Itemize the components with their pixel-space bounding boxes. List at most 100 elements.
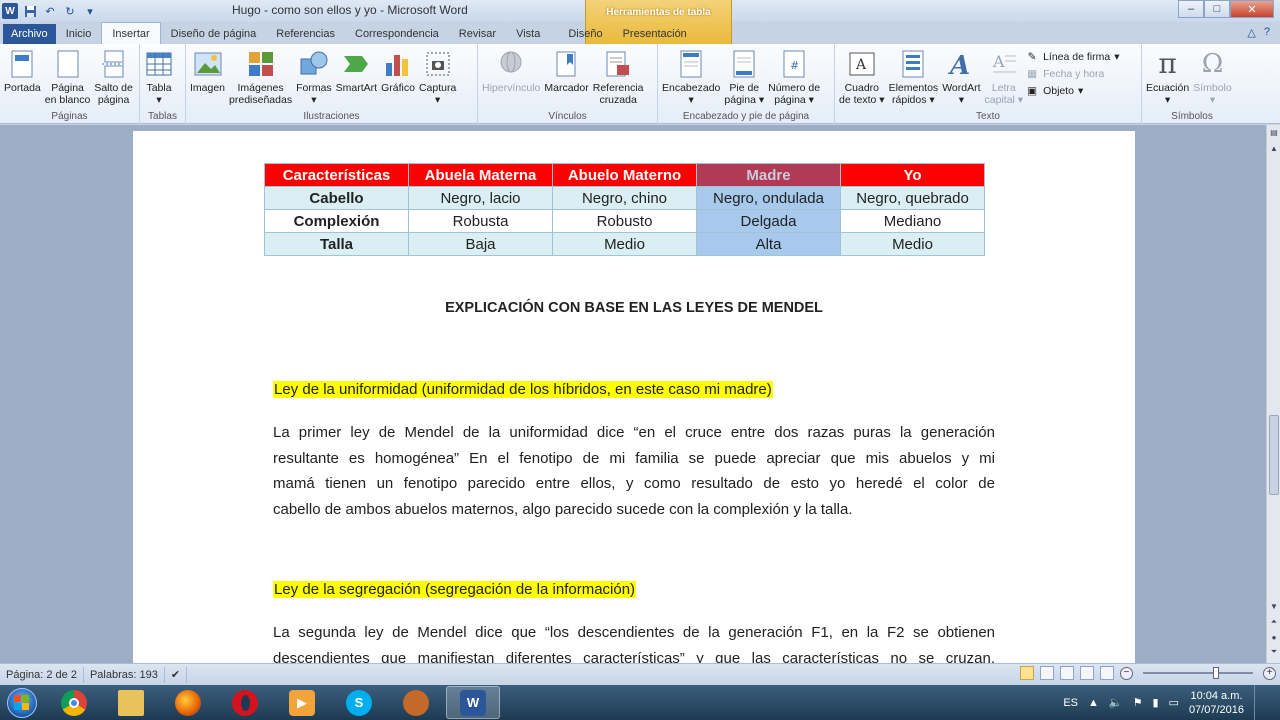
taskbar-word[interactable]: W: [446, 686, 500, 719]
taskbar-chrome[interactable]: [47, 686, 101, 719]
tab-insertar[interactable]: Insertar: [101, 22, 161, 44]
elementos-rapidos-button[interactable]: Elementos rápidos ▾: [887, 48, 941, 106]
section-heading[interactable]: EXPLICACIÓN CON BASE EN LAS LEYES DE MEN…: [133, 300, 1135, 316]
paragraph-uniformidad[interactable]: La primer ley de Mendel de la uniformida…: [273, 420, 995, 522]
taskbar-firefox[interactable]: [161, 686, 215, 719]
minimize-button[interactable]: –: [1178, 0, 1204, 18]
minimize-ribbon-icon[interactable]: △: [1247, 26, 1255, 39]
taskbar-opera[interactable]: [218, 686, 272, 719]
scrollbar-thumb[interactable]: [1269, 415, 1279, 495]
marcador-button[interactable]: Marcador: [542, 48, 590, 94]
start-button[interactable]: [0, 685, 44, 720]
scroll-up-icon[interactable]: ▲: [1267, 141, 1280, 155]
table-header[interactable]: Abuela Materna: [408, 163, 553, 187]
tab-archivo[interactable]: Archivo: [3, 24, 56, 44]
network-icon[interactable]: ▮: [1152, 696, 1158, 709]
numero-de-pagina-button[interactable]: # Número de página ▾: [766, 48, 822, 106]
taskbar-media-player[interactable]: ▶: [275, 686, 329, 719]
previous-page-icon[interactable]: ⏶: [1267, 615, 1280, 629]
law-heading-segregacion[interactable]: Ley de la segregación (segregación de la…: [273, 581, 637, 598]
proofing-icon[interactable]: ✔: [165, 666, 188, 683]
tab-vista[interactable]: Vista: [506, 24, 550, 44]
encabezado-button[interactable]: Encabezado ▾: [660, 48, 722, 106]
cuadro-de-texto-button[interactable]: A Cuadro de texto ▾: [837, 48, 887, 106]
table-cell[interactable]: Cabello: [264, 186, 409, 210]
imagenes-predisenadas-button[interactable]: Imágenes prediseñadas: [227, 48, 294, 106]
maximize-button[interactable]: □: [1204, 0, 1230, 18]
table-cell[interactable]: Negro, chino: [552, 186, 697, 210]
portada-button[interactable]: Portada: [2, 48, 43, 94]
full-screen-reading-view-button[interactable]: [1040, 666, 1054, 680]
print-layout-view-button[interactable]: [1020, 666, 1034, 680]
page-count[interactable]: Página: 2 de 2: [0, 666, 84, 683]
tab-presentacion[interactable]: Presentación: [613, 24, 697, 44]
imagen-button[interactable]: Imagen: [188, 48, 227, 94]
web-layout-view-button[interactable]: [1060, 666, 1074, 680]
formas-button[interactable]: Formas ▾: [294, 48, 334, 106]
tab-revisar[interactable]: Revisar: [449, 24, 506, 44]
grafico-button[interactable]: Gráfico: [379, 48, 417, 94]
fecha-y-hora-button[interactable]: ▦ Fecha y hora: [1025, 67, 1119, 81]
tab-diseno-pagina[interactable]: Diseño de página: [161, 24, 267, 44]
battery-icon[interactable]: ▭: [1169, 696, 1179, 709]
pagina-en-blanco-button[interactable]: Página en blanco: [43, 48, 93, 106]
table-header[interactable]: Madre: [696, 163, 841, 187]
ruler-toggle-icon[interactable]: ▤: [1267, 125, 1280, 139]
wordart-button[interactable]: A WordArt ▾: [940, 48, 982, 106]
next-page-icon[interactable]: ⏷: [1267, 645, 1280, 659]
table-cell[interactable]: Alta: [696, 232, 841, 256]
browse-object-icon[interactable]: ●: [1267, 630, 1280, 644]
smartart-button[interactable]: SmartArt: [334, 48, 379, 94]
clock[interactable]: 10:04 a.m. 07/07/2016: [1189, 689, 1244, 717]
referencia-cruzada-button[interactable]: Referencia cruzada: [591, 48, 646, 106]
undo-icon[interactable]: ↶: [42, 3, 58, 19]
vertical-scrollbar[interactable]: ▤ ▲ ▼ ⏶ ● ⏷: [1266, 125, 1280, 663]
law-heading-uniformidad[interactable]: Ley de la uniformidad (uniformidad de lo…: [273, 381, 773, 398]
table-cell[interactable]: Negro, lacio: [408, 186, 553, 210]
traits-table[interactable]: Características Abuela Materna Abuelo Ma…: [264, 163, 985, 256]
simbolo-button[interactable]: Ω Símbolo ▾: [1191, 48, 1234, 106]
redo-icon[interactable]: ↻: [62, 3, 78, 19]
help-icon[interactable]: ?: [1264, 26, 1270, 39]
tab-correspondencia[interactable]: Correspondencia: [345, 24, 449, 44]
table-cell[interactable]: Negro, ondulada: [696, 186, 841, 210]
zoom-out-button[interactable]: −: [1120, 666, 1133, 680]
draft-view-button[interactable]: [1100, 666, 1114, 680]
ecuacion-button[interactable]: π Ecuación ▾: [1144, 48, 1191, 107]
tab-inicio[interactable]: Inicio: [56, 24, 102, 44]
salto-de-pagina-button[interactable]: Salto de página: [92, 48, 135, 106]
linea-de-firma-button[interactable]: ✎ Línea de firma ▾: [1025, 50, 1120, 64]
close-button[interactable]: ✕: [1230, 0, 1274, 18]
customize-qat-icon[interactable]: ▾: [82, 3, 98, 19]
outline-view-button[interactable]: [1080, 666, 1094, 680]
zoom-in-button[interactable]: +: [1263, 666, 1276, 680]
taskbar-app-mitt[interactable]: [389, 686, 443, 719]
table-cell[interactable]: Baja: [408, 232, 553, 256]
show-hidden-icons-icon[interactable]: ▲: [1088, 697, 1099, 709]
table-cell[interactable]: Medio: [840, 232, 985, 256]
tab-referencias[interactable]: Referencias: [266, 24, 345, 44]
hipervinculo-button[interactable]: Hipervínculo: [480, 48, 542, 94]
table-cell[interactable]: Medio: [552, 232, 697, 256]
table-cell[interactable]: Robusto: [552, 209, 697, 233]
save-icon[interactable]: [22, 3, 38, 19]
pie-de-pagina-button[interactable]: Pie de página ▾: [722, 48, 766, 106]
word-logo-icon[interactable]: W: [2, 3, 18, 19]
paragraph-segregacion[interactable]: La segunda ley de Mendel dice que “los d…: [273, 620, 995, 663]
letra-capital-button[interactable]: A Letra capital ▾: [983, 48, 1026, 106]
table-cell[interactable]: Complexión: [264, 209, 409, 233]
table-cell[interactable]: Delgada: [696, 209, 841, 233]
zoom-slider[interactable]: [1143, 667, 1253, 679]
objeto-button[interactable]: ▣ Objeto ▾: [1025, 84, 1119, 98]
taskbar-skype[interactable]: S: [332, 686, 386, 719]
table-cell[interactable]: Talla: [264, 232, 409, 256]
captura-button[interactable]: Captura ▾: [417, 48, 458, 106]
table-header[interactable]: Abuelo Materno: [552, 163, 697, 187]
language-indicator[interactable]: ES: [1063, 697, 1078, 709]
table-header[interactable]: Características: [264, 163, 409, 187]
zoom-slider-knob[interactable]: [1213, 667, 1219, 679]
table-cell[interactable]: Robusta: [408, 209, 553, 233]
volume-icon[interactable]: 🔈: [1109, 696, 1123, 709]
word-count[interactable]: Palabras: 193: [84, 666, 165, 683]
tabla-button[interactable]: Tabla ▾: [142, 48, 176, 106]
